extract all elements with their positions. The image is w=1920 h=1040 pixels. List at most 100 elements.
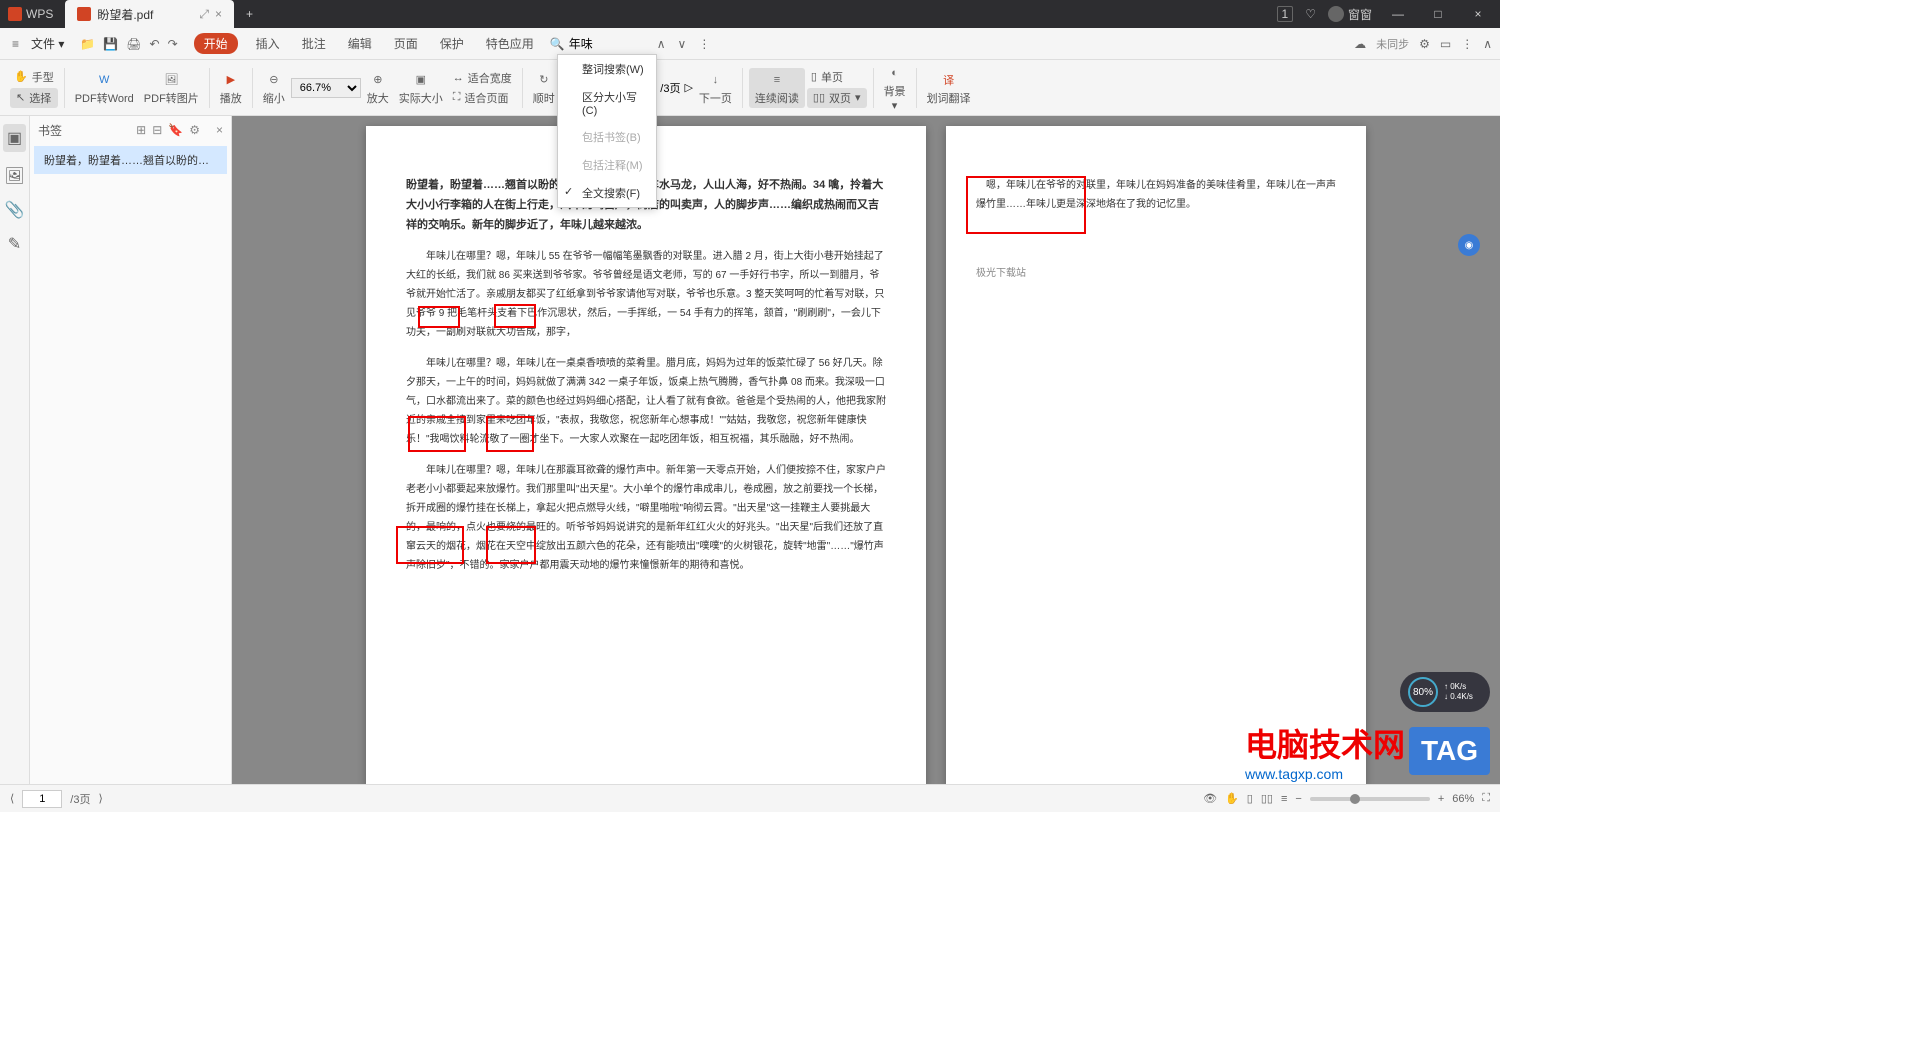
tab-page[interactable]: 页面 xyxy=(390,33,422,54)
fullscreen-icon[interactable]: ⛶ xyxy=(1482,792,1490,805)
page-1: 盼望着，盼望着……翘首以盼的新年近了。街市上车水马龙，人山人海，好不热闹。34 … xyxy=(366,126,926,784)
open-icon[interactable]: 📁 xyxy=(80,37,95,51)
search-options-dropdown: 整词搜索(W) 区分大小写(C) 包括书签(B) 包括注释(M) ✓全文搜索(F… xyxy=(557,54,657,208)
view-double-icon[interactable]: ▯▯ xyxy=(1261,792,1273,805)
expand-icon[interactable]: ⊞ xyxy=(136,123,146,137)
tab-pin-icon[interactable]: ⤢ xyxy=(199,7,209,22)
search-next[interactable]: ∨ xyxy=(674,37,691,51)
search-options[interactable]: ⋮ xyxy=(694,37,714,51)
bookmark-options-icon[interactable]: ⚙ xyxy=(189,123,200,137)
option-bookmarks: 包括书签(B) xyxy=(558,123,656,151)
add-bookmark-icon[interactable]: 🔖 xyxy=(168,123,183,137)
hand-icon: ✋ xyxy=(14,70,28,83)
image-icon: 🖼 xyxy=(161,70,181,90)
close-button[interactable]: × xyxy=(1464,7,1492,21)
bookmark-item[interactable]: 盼望着，盼望着……翘首以盼的新年近了... xyxy=(34,146,227,174)
actual-size[interactable]: ▣实际大小 xyxy=(395,70,447,106)
zoom-out[interactable]: ⊖缩小 xyxy=(259,70,289,106)
para-4: 年味儿在哪里？嗯，年味儿在那震耳欲聋的爆竹声中。新年第一天零点开始，人们便按捺不… xyxy=(406,461,886,575)
cloud-sync-icon[interactable]: ☁ xyxy=(1354,37,1366,51)
tab-protect[interactable]: 保护 xyxy=(436,33,468,54)
translate-icon: 译 xyxy=(939,70,959,90)
status-page-total: /3页 xyxy=(70,791,90,807)
zoom-select[interactable]: 66.7% xyxy=(291,78,361,98)
page2-text: 嗯，年味儿在爷爷的对联里，年味儿在妈妈准备的美味佳肴里，年味儿在一声声爆竹里……… xyxy=(976,176,1336,214)
search-prev[interactable]: ∧ xyxy=(653,37,670,51)
redo-icon[interactable]: ↷ xyxy=(168,37,178,51)
status-prev-icon[interactable]: ⟨ xyxy=(10,792,14,805)
save-icon[interactable]: 💾 xyxy=(103,37,118,51)
option-case[interactable]: 区分大小写(C) xyxy=(558,83,656,123)
performance-widget[interactable]: 80% ↑ 0K/s ↓ 0.4K/s xyxy=(1400,672,1490,712)
signature-icon[interactable]: ✎ xyxy=(8,234,21,254)
next-page-icon[interactable]: ▷ xyxy=(684,81,692,94)
double-page[interactable]: ▯▯双页 ▾ xyxy=(807,88,867,108)
app-logo: WPS xyxy=(0,7,61,21)
option-comments: 包括注释(M) xyxy=(558,151,656,179)
close-panel-icon[interactable]: × xyxy=(216,123,223,137)
tab-special[interactable]: 特色应用 xyxy=(482,33,538,54)
toolbar-ribbon: ✋手型 ↖选择 WPDF转Word 🖼PDF转图片 ▶播放 ⊖缩小 66.7% … xyxy=(0,60,1500,116)
thumbnail-icon[interactable]: 🖼 xyxy=(4,166,24,186)
single-icon: ▯ xyxy=(811,70,817,83)
maximize-button[interactable]: □ xyxy=(1424,7,1452,21)
fit-page[interactable]: ⛶适合页面 xyxy=(449,89,516,107)
badge-count[interactable]: 1 xyxy=(1277,6,1294,22)
float-assist-icon[interactable]: ◉ xyxy=(1458,234,1480,256)
select-tool[interactable]: ↖选择 xyxy=(10,88,58,108)
gift-icon[interactable]: ♡ xyxy=(1305,7,1316,21)
play-button[interactable]: ▶播放 xyxy=(216,70,246,106)
collapse-icon[interactable]: ⊟ xyxy=(152,123,162,137)
gear-icon[interactable]: ⚙ xyxy=(1419,37,1430,51)
attachment-icon[interactable]: 📎 xyxy=(5,200,25,220)
hamburger-icon[interactable]: ≡ xyxy=(8,37,23,51)
search-box: 🔍 ∧ ∨ ⋮ xyxy=(550,37,715,51)
rotate-cw[interactable]: ↻顺时 xyxy=(529,70,559,106)
user-avatar[interactable]: 窗窗 xyxy=(1328,6,1372,23)
pdf-to-image[interactable]: 🖼PDF转图片 xyxy=(140,70,203,106)
tab-comment[interactable]: 批注 xyxy=(298,33,330,54)
option-whole-word[interactable]: 整词搜索(W) xyxy=(558,55,656,83)
tab-insert[interactable]: 插入 xyxy=(252,33,284,54)
minimize-button[interactable]: — xyxy=(1384,7,1412,21)
feedback-icon[interactable]: ▭ xyxy=(1440,37,1451,51)
zoom-in[interactable]: ⊕放大 xyxy=(363,70,393,106)
status-page-input[interactable] xyxy=(22,790,62,808)
bookmark-tab-icon[interactable]: ▣ xyxy=(3,124,26,152)
translate[interactable]: 译划词翻译 xyxy=(923,70,975,106)
collapse-ribbon-icon[interactable]: ∧ xyxy=(1483,37,1492,51)
zoom-out-status[interactable]: − xyxy=(1295,793,1301,805)
view-continuous-icon[interactable]: ≡ xyxy=(1281,793,1287,805)
document-tab[interactable]: 盼望着.pdf ⤢ × xyxy=(65,0,234,28)
page-fit-icon: ⛶ xyxy=(453,91,461,104)
search-icon[interactable]: 🔍 xyxy=(550,37,565,51)
single-page[interactable]: ▯单页 xyxy=(807,68,867,86)
hand-tool[interactable]: ✋手型 xyxy=(10,68,58,86)
tab-close-icon[interactable]: × xyxy=(215,7,222,21)
zoom-slider[interactable] xyxy=(1310,797,1430,801)
eye-icon[interactable]: 👁 xyxy=(1203,792,1217,805)
status-next-icon[interactable]: ⟩ xyxy=(98,792,102,805)
view-single-icon[interactable]: ▯ xyxy=(1247,792,1253,805)
print-icon[interactable]: 🖨 xyxy=(126,37,141,51)
hand-status-icon[interactable]: ✋ xyxy=(1225,792,1239,805)
fit-width[interactable]: ↔适合宽度 xyxy=(449,69,516,87)
zoom-value: 66% xyxy=(1452,793,1474,805)
option-fulltext[interactable]: ✓全文搜索(F) xyxy=(558,179,656,207)
undo-icon[interactable]: ↶ xyxy=(150,37,160,51)
pdf-to-word[interactable]: WPDF转Word xyxy=(71,70,138,106)
search-input[interactable] xyxy=(569,37,649,51)
tab-start[interactable]: 开始 xyxy=(194,33,238,54)
actual-icon: ▣ xyxy=(411,70,431,90)
zoom-in-status[interactable]: + xyxy=(1438,793,1444,805)
new-tab-button[interactable]: + xyxy=(234,7,265,21)
zoom-thumb[interactable] xyxy=(1350,794,1360,804)
more-icon[interactable]: ⋮ xyxy=(1461,37,1473,51)
file-menu[interactable]: 文件 ▾ xyxy=(23,33,72,54)
continuous-read[interactable]: ≡连续阅读 xyxy=(749,68,805,108)
bg-icon: ◐ xyxy=(885,63,905,83)
document-viewport[interactable]: 盼望着，盼望着……翘首以盼的新年近了。街市上车水马龙，人山人海，好不热闹。34 … xyxy=(232,116,1500,784)
tab-edit[interactable]: 编辑 xyxy=(344,33,376,54)
background[interactable]: ◐背景 ▾ xyxy=(880,63,910,112)
next-page[interactable]: ↓下一页 xyxy=(695,70,736,106)
